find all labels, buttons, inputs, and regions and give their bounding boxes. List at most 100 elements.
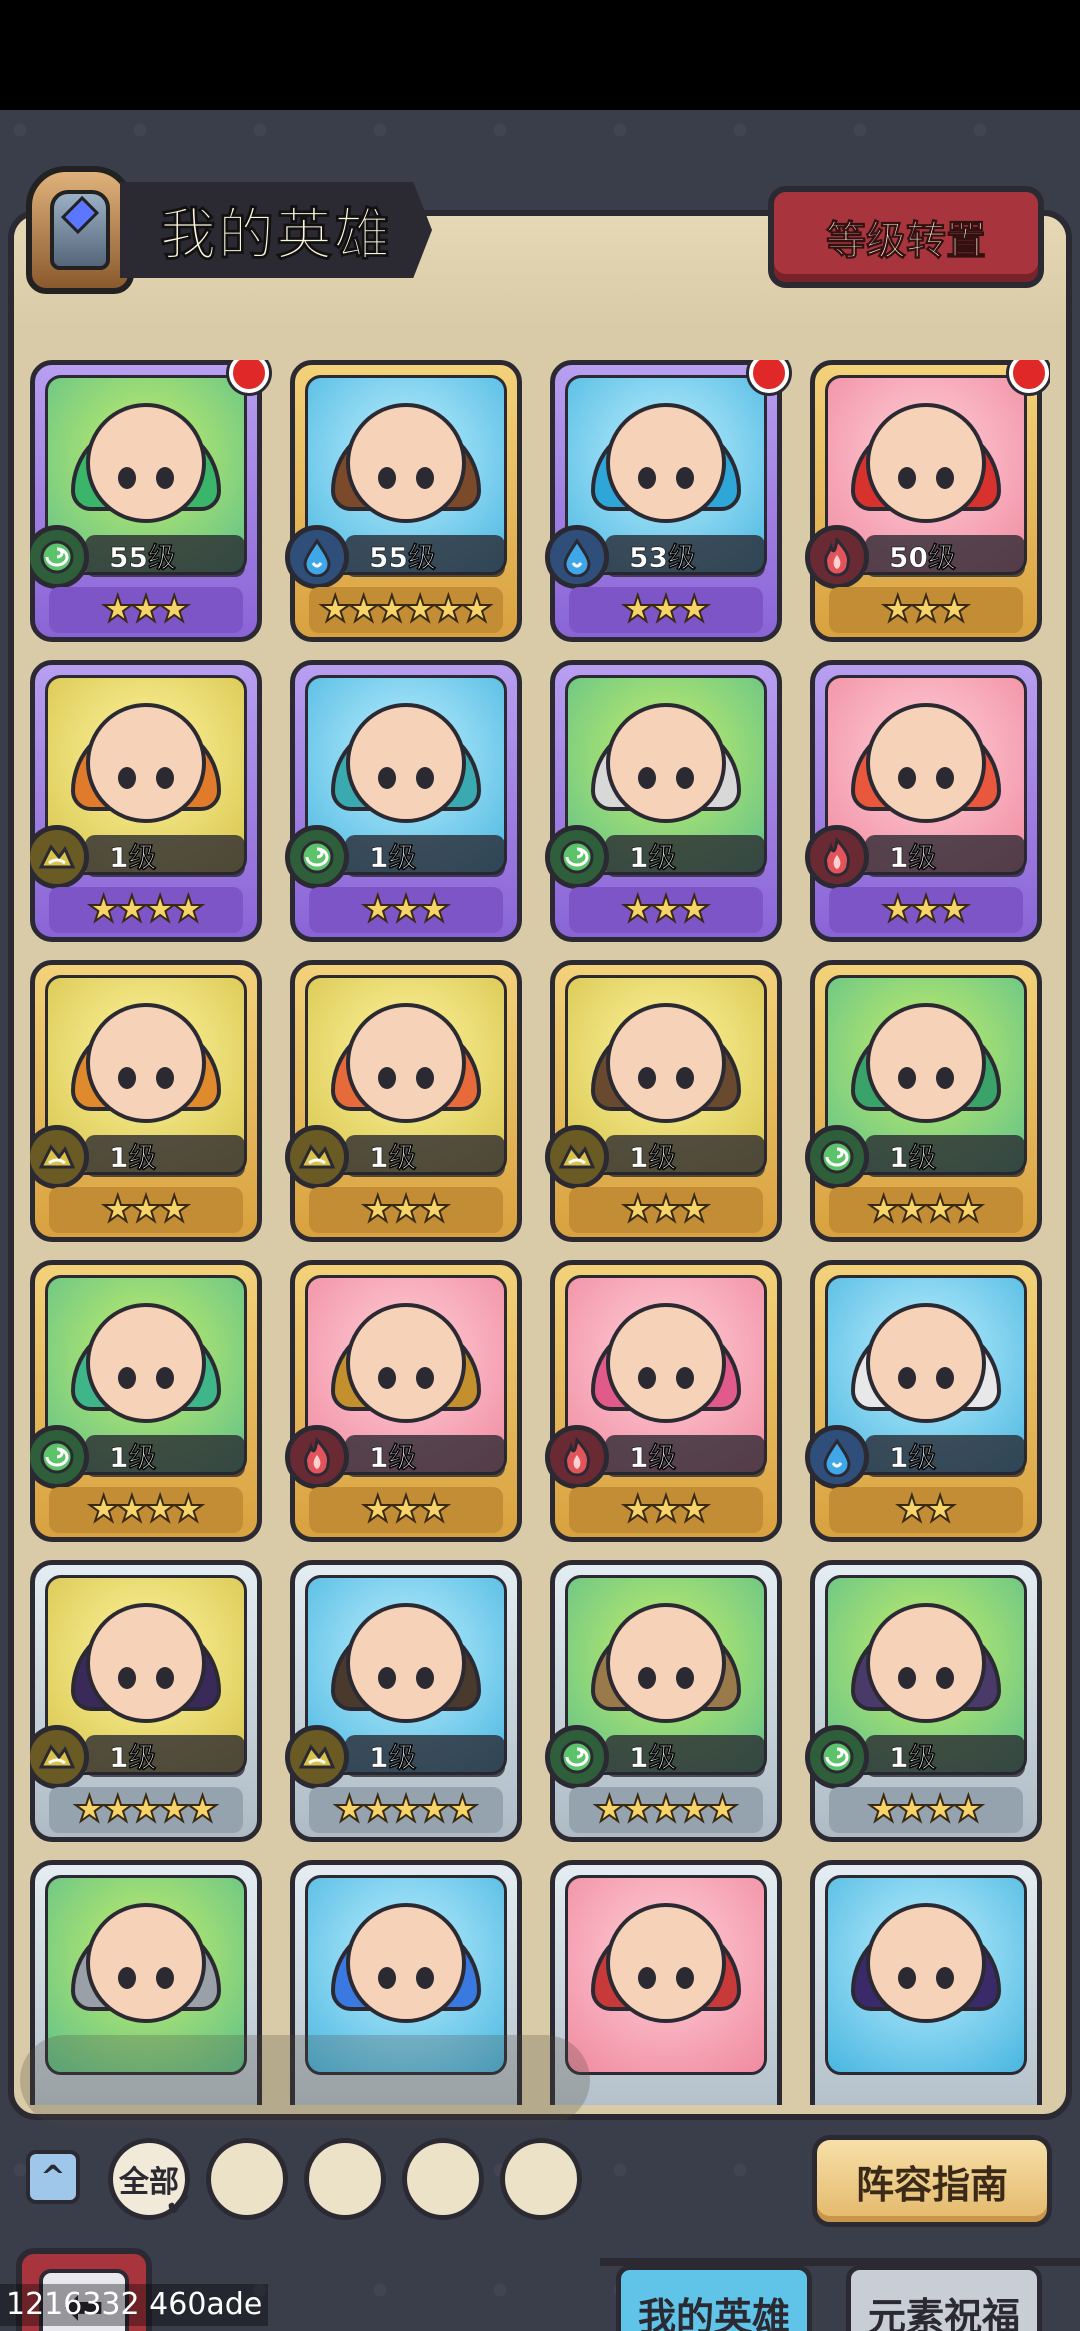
hero-level: 1级 — [369, 1741, 417, 1775]
notification-dot — [1009, 360, 1049, 393]
hero-level-bar: 1级 — [865, 835, 1025, 877]
hero-card[interactable]: 1级 ★ ★ ★ ★ ★ — [545, 1560, 782, 1842]
filter-earth-button[interactable] — [206, 2138, 288, 2220]
hero-card[interactable]: 1级 ★ ★ ★ ★ — [30, 1260, 262, 1542]
wind-element-icon — [805, 1725, 869, 1789]
star-icon: ★ — [157, 1189, 191, 1230]
hero-level: 1级 — [629, 1741, 677, 1775]
hero-level-bar: 1级 — [865, 1135, 1025, 1177]
star-icon: ★ — [157, 589, 191, 630]
hero-level: 1级 — [889, 1441, 937, 1475]
level-transfer-button[interactable]: 等级转置 — [768, 186, 1044, 288]
hero-level-bar: 1级 — [85, 1435, 245, 1477]
hero-level: 1级 — [109, 1741, 157, 1775]
wind-element-icon — [285, 825, 349, 889]
hero-card[interactable]: 1级 ★ ★ ★ — [285, 960, 522, 1242]
hero-card[interactable]: 1级 ★ ★ ★ ★ — [805, 1560, 1042, 1842]
hero-level-bar: 1级 — [345, 1735, 505, 1777]
watermark-text: 1216332 460ade — [0, 2284, 269, 2326]
hero-level: 1级 — [109, 841, 157, 875]
hero-card[interactable]: 50级 ★ ★ ★ — [805, 360, 1049, 642]
hero-level: 1级 — [889, 1141, 937, 1175]
star-icon: ★ — [171, 889, 205, 930]
hero-card[interactable]: 1级 ★ ★ ★ — [545, 660, 782, 942]
hero-card[interactable]: 55级 ★ ★ ★ ★ ★ ★ — [285, 360, 522, 642]
wind-element-icon — [805, 1125, 869, 1189]
earth-element-icon — [30, 1725, 89, 1789]
hero-card[interactable]: 1级 ★ ★ ★ — [545, 960, 782, 1242]
star-icon: ★ — [951, 1789, 985, 1830]
star-rating: ★ ★ ★ ★ ★ — [309, 1787, 503, 1833]
tab-element-blessing[interactable]: 元素祝福 — [846, 2265, 1042, 2331]
earth-element-icon — [285, 1725, 349, 1789]
fire-element-icon — [545, 1425, 609, 1489]
hero-face — [606, 403, 726, 524]
filter-water-button[interactable] — [304, 2138, 386, 2220]
hero-face — [86, 1303, 206, 1424]
hero-face — [346, 1603, 466, 1724]
hero-face — [606, 1603, 726, 1724]
lineup-guide-button[interactable]: 阵容指南 — [812, 2135, 1052, 2227]
star-rating: ★ ★ ★ ★ — [829, 1787, 1023, 1833]
hero-card[interactable]: 1级 ★ ★ — [805, 1260, 1042, 1542]
collapse-toggle-button[interactable]: ^ — [26, 2150, 80, 2204]
earth-element-icon — [285, 1125, 349, 1189]
hero-level: 1级 — [889, 1741, 937, 1775]
hero-level: 1级 — [109, 1141, 157, 1175]
hero-level: 1级 — [369, 1441, 417, 1475]
hero-card[interactable]: 1级 ★ ★ ★ — [285, 1260, 522, 1542]
star-icon: ★ — [417, 1189, 451, 1230]
hero-grid[interactable]: 55级 ★ ★ ★ 55级 ★ ★ ★ ★ ★ ★ 53级 ★ ★ ★ 50级 ★ ★ ★ 1级 ★ ★ ★ ★ 1级… — [30, 360, 1050, 2105]
hero-card[interactable]: 1级 ★ ★ ★ — [805, 660, 1042, 942]
hero-face — [866, 703, 986, 824]
tab-element-blessing-label: 元素祝福 — [867, 2294, 1020, 2331]
hero-level-bar: 55级 — [85, 535, 245, 577]
hero-level-bar: 1级 — [85, 1735, 245, 1777]
filter-all-button[interactable]: 全部 ✔ — [108, 2138, 192, 2224]
hero-face — [346, 1903, 466, 2024]
filter-wind-button[interactable] — [500, 2138, 582, 2220]
hero-card[interactable]: 1级 ★ ★ ★ — [30, 960, 262, 1242]
hero-card[interactable]: 53级 ★ ★ ★ — [545, 360, 789, 642]
filter-fire-button[interactable] — [402, 2138, 484, 2220]
star-rating: ★ ★ ★ — [829, 587, 1023, 633]
hero-face — [346, 703, 466, 824]
star-icon: ★ — [445, 1789, 479, 1830]
hero-card[interactable]: 1级 ★ ★ ★ — [545, 1260, 782, 1542]
hero-card[interactable]: 1级 ★ ★ ★ ★ ★ — [30, 1560, 262, 1842]
star-icon: ★ — [705, 1789, 739, 1830]
status-bar-area — [0, 0, 1080, 110]
star-icon: ★ — [937, 889, 971, 930]
hero-card[interactable]: 1级 ★ ★ ★ — [285, 660, 522, 942]
hero-face — [346, 403, 466, 524]
star-rating: ★ ★ ★ ★ — [829, 1187, 1023, 1233]
page-title: 我的英雄 — [160, 202, 392, 268]
star-rating: ★ ★ ★ — [309, 1487, 503, 1533]
hero-level-bar: 1级 — [865, 1435, 1025, 1477]
star-rating: ★ ★ ★ — [829, 887, 1023, 933]
star-icon: ★ — [417, 889, 451, 930]
star-icon: ★ — [677, 1189, 711, 1230]
hero-level: 1级 — [369, 841, 417, 875]
hero-face — [86, 703, 206, 824]
hero-face — [866, 1903, 986, 2024]
fire-element-icon — [805, 525, 869, 589]
star-icon: ★ — [937, 589, 971, 630]
star-rating: ★ ★ — [829, 1487, 1023, 1533]
hero-card[interactable] — [810, 1860, 1042, 2105]
tab-my-heroes[interactable]: 我的英雄 — [616, 2265, 812, 2331]
notification-dot — [229, 360, 269, 393]
hero-card[interactable]: 1级 ★ ★ ★ ★ — [805, 960, 1042, 1242]
hero-card[interactable]: 55级 ★ ★ ★ — [30, 360, 269, 642]
checkmark-icon: ✔ — [165, 2187, 192, 2224]
star-icon: ★ — [951, 1189, 985, 1230]
star-rating: ★ ★ ★ — [569, 1187, 763, 1233]
hero-level-bar: 1级 — [345, 1135, 505, 1177]
star-icon: ★ — [417, 1489, 451, 1530]
hero-card[interactable]: 1级 ★ ★ ★ ★ — [30, 660, 262, 942]
wind-element-icon — [30, 525, 89, 589]
hero-card[interactable]: 1级 ★ ★ ★ ★ ★ — [285, 1560, 522, 1842]
hero-level: 55级 — [109, 541, 176, 575]
fire-element-icon — [285, 1425, 349, 1489]
notification-dot — [749, 360, 789, 393]
